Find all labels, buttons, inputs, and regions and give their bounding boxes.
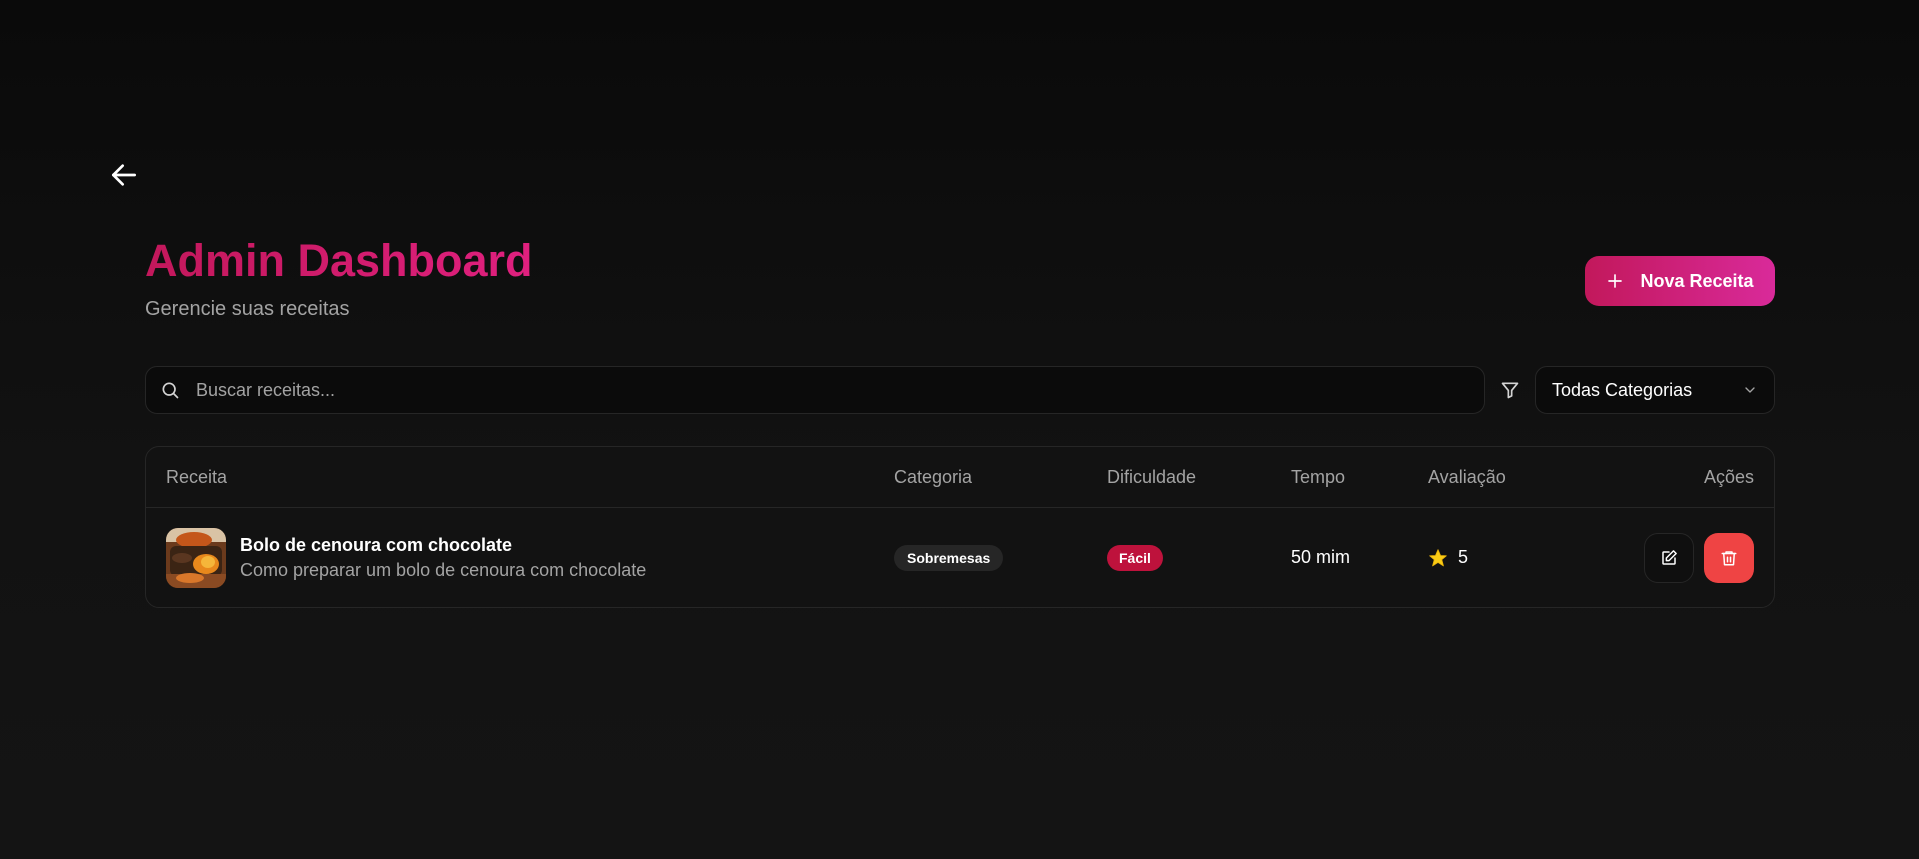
page-header: Admin Dashboard Gerencie suas receitas N… (145, 234, 1775, 324)
recipe-name[interactable]: Bolo de cenoura com chocolate (240, 533, 646, 557)
category-select-value: Todas Categorias (1552, 379, 1693, 400)
column-header-category: Categoria (894, 466, 973, 487)
title-group: Admin Dashboard Gerencie suas receitas (145, 234, 533, 321)
table-row: Bolo de cenoura com chocolate Como prepa… (146, 508, 1774, 607)
edit-icon (1662, 549, 1677, 565)
rating-value: 5 (1458, 547, 1469, 567)
rating-cell: 5 (1428, 547, 1578, 568)
column-header-difficulty: Dificuldade (1107, 466, 1197, 487)
page-subtitle: Gerencie suas receitas (145, 298, 350, 320)
plus-icon (1608, 274, 1623, 288)
page-title: Admin Dashboard (145, 235, 533, 286)
chevron-down-icon (1745, 387, 1755, 393)
category-badge: Sobremesas (894, 544, 1004, 571)
arrow-left-icon (112, 164, 136, 186)
filter-icon (1499, 379, 1521, 401)
main-content: Admin Dashboard Gerencie suas receitas N… (145, 234, 1775, 608)
actions-cell (1578, 532, 1754, 583)
time-cell: 50 mim (1291, 547, 1351, 567)
new-recipe-button[interactable]: Nova Receita (1585, 256, 1775, 306)
column-header-time: Tempo (1291, 466, 1346, 487)
trash-icon (1721, 550, 1737, 565)
delete-button[interactable] (1704, 532, 1754, 583)
search-icon (162, 382, 179, 399)
recipe-thumbnail (166, 527, 226, 588)
search-box[interactable] (145, 366, 1485, 414)
filters-bar: Todas Categorias (145, 366, 1775, 414)
recipe-info: Bolo de cenoura com chocolate Como prepa… (240, 533, 646, 583)
new-recipe-label: Nova Receita (1640, 270, 1754, 291)
column-header-rating: Avaliação (1428, 466, 1506, 487)
recipe-description: Como preparar um bolo de cenoura com cho… (240, 559, 647, 580)
recipe-cell: Bolo de cenoura com chocolate Como prepa… (166, 527, 894, 588)
table-header: Receita Categoria Dificuldade Tempo Aval… (146, 447, 1774, 508)
column-header-actions: Ações (1703, 466, 1754, 487)
category-cell: Sobremesas (894, 544, 1107, 571)
search-input[interactable] (194, 378, 1470, 402)
recipes-table: Receita Categoria Dificuldade Tempo Aval… (145, 446, 1775, 608)
difficulty-badge: Fácil (1107, 544, 1163, 571)
column-header-recipe: Receita (166, 466, 228, 487)
category-select[interactable]: Todas Categorias (1535, 366, 1775, 414)
edit-button[interactable] (1644, 532, 1694, 583)
difficulty-cell: Fácil (1107, 544, 1291, 571)
back-button[interactable] (106, 157, 142, 193)
star-icon (1429, 548, 1447, 566)
